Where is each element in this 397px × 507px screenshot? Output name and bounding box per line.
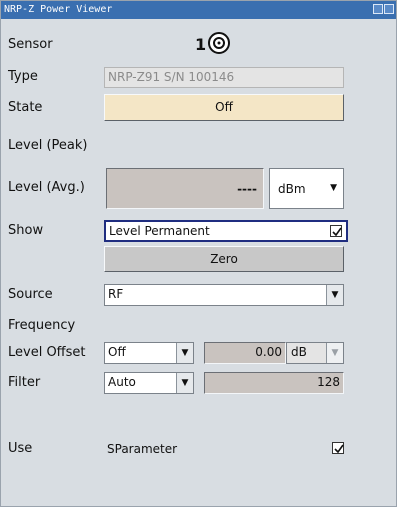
type-label: Type: [8, 69, 38, 84]
level-peak-row: Level (Peak): [1, 134, 396, 156]
use-value: SParameter: [107, 442, 178, 456]
state-row: State Off: [1, 94, 396, 122]
frequency-row: Frequency: [1, 316, 396, 338]
filter-label: Filter: [8, 375, 41, 390]
source-dropdown-arrow[interactable]: ▼: [326, 285, 343, 305]
window-title: NRP-Z Power Viewer: [4, 4, 113, 15]
title-bar: NRP-Z Power Viewer: [1, 1, 396, 19]
source-dropdown[interactable]: RF ▼: [104, 284, 344, 306]
chevron-down-icon: ▼: [181, 347, 189, 358]
level-offset-unit: dB: [291, 345, 307, 359]
source-value: RF: [108, 287, 124, 301]
level-offset-value: 0.00: [204, 342, 286, 364]
filter-mode: Auto: [108, 375, 136, 389]
chevron-down-icon: ▼: [330, 183, 337, 193]
show-field[interactable]: Level Permanent: [104, 220, 348, 242]
level-avg-label: Level (Avg.): [8, 180, 85, 195]
show-row: Show Level Permanent: [1, 220, 396, 242]
filter-mode-dropdown[interactable]: Auto ▼: [104, 372, 194, 394]
level-avg-unit: dBm: [278, 182, 306, 196]
maximize-button[interactable]: [373, 4, 383, 14]
level-offset-row: Level Offset Off ▼ 0.00 dB ▼: [1, 342, 396, 364]
type-row: Type NRP-Z91 S/N 100146: [1, 67, 396, 89]
sensor-row: Sensor 1: [1, 31, 396, 57]
filter-value: 128: [204, 372, 344, 394]
show-checkbox[interactable]: [330, 225, 342, 237]
level-offset-label: Level Offset: [8, 345, 86, 360]
close-button[interactable]: [384, 4, 394, 14]
level-avg-row: Level (Avg.) ---- dBm ▼: [1, 168, 396, 210]
state-button[interactable]: Off: [104, 94, 344, 121]
level-avg-unit-dropdown[interactable]: dBm ▼: [269, 168, 344, 209]
level-offset-unit-arrow: ▼: [326, 343, 343, 363]
source-row: Source RF ▼: [1, 284, 396, 306]
level-peak-label: Level (Peak): [8, 138, 88, 153]
use-row: Use SParameter: [1, 438, 396, 460]
chevron-down-icon: ▼: [181, 377, 189, 388]
show-value: Level Permanent: [109, 224, 210, 238]
filter-row: Filter Auto ▼ 128: [1, 372, 396, 394]
title-bar-buttons: [373, 4, 394, 16]
use-checkbox[interactable]: [332, 442, 344, 454]
sensor-number: 1: [195, 35, 207, 54]
type-field: NRP-Z91 S/N 100146: [104, 67, 344, 88]
level-avg-value: ----: [106, 168, 264, 209]
show-label: Show: [8, 223, 44, 238]
level-offset-unit-dropdown: dB ▼: [286, 342, 344, 364]
filter-mode-arrow[interactable]: ▼: [176, 373, 193, 393]
use-label: Use: [8, 441, 33, 456]
zero-button[interactable]: Zero: [104, 246, 344, 272]
level-offset-mode-dropdown[interactable]: Off ▼: [104, 342, 194, 364]
chevron-down-icon: ▼: [331, 289, 339, 300]
level-offset-mode-arrow[interactable]: ▼: [176, 343, 193, 363]
sensor-label: Sensor: [8, 37, 53, 52]
source-label: Source: [8, 287, 53, 302]
power-viewer-window: NRP-Z Power Viewer Sensor 1 Type NRP-Z91…: [0, 0, 397, 507]
level-offset-mode: Off: [108, 345, 126, 359]
frequency-label: Frequency: [8, 318, 76, 333]
sensor-connector-icon[interactable]: [207, 31, 230, 54]
chevron-down-icon: ▼: [331, 347, 339, 358]
state-label: State: [8, 100, 43, 115]
zero-row: Zero: [1, 246, 396, 272]
